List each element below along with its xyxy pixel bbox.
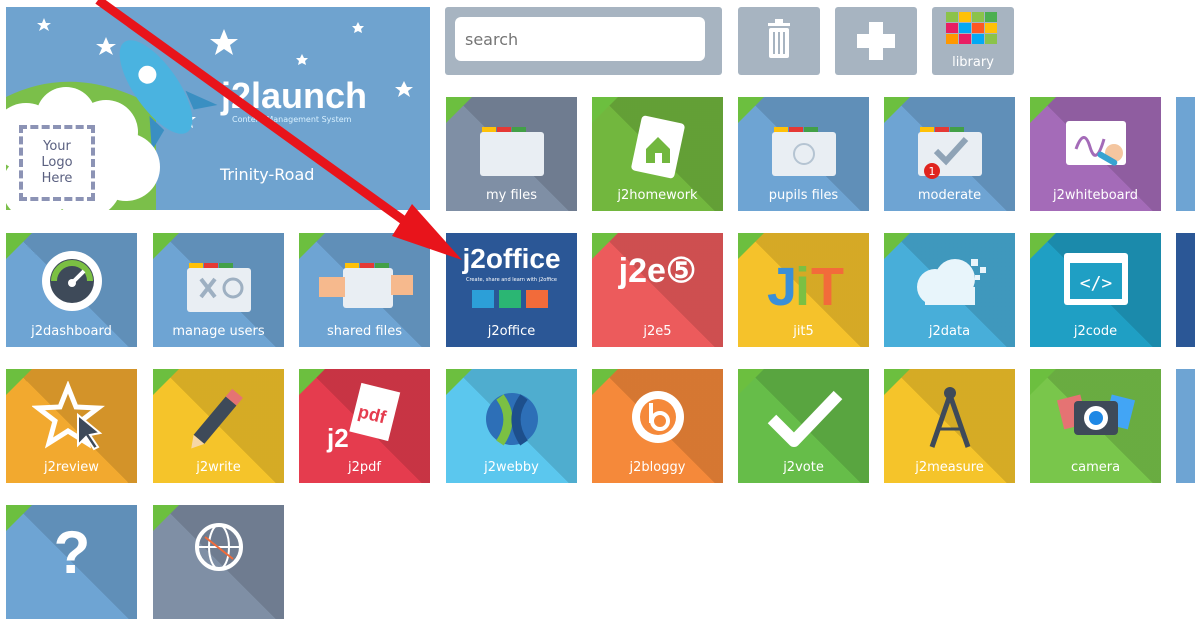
star-cursor-icon [31, 381, 105, 451]
tile-partial-row1[interactable] [1176, 97, 1195, 211]
smiley-folder-icon [771, 127, 836, 176]
tile-j2vote[interactable]: j2vote [738, 369, 869, 483]
whiteboard-icon [1065, 121, 1126, 166]
tools-folder-icon [186, 263, 251, 312]
logo-placeholder: Your Logo Here [19, 125, 95, 201]
tile-label: j2code [1073, 324, 1118, 339]
tile-partial-row3[interactable] [1176, 369, 1195, 483]
svg-text:J: J [767, 257, 797, 315]
tile-label: j2dashboard [31, 324, 112, 339]
logo-line-3: Here [41, 171, 73, 186]
camera-icon [1056, 394, 1135, 435]
handshake-folder-icon [318, 263, 413, 308]
tile-my-files[interactable]: my files [446, 97, 577, 211]
tile-j2write[interactable]: j2write [153, 369, 284, 483]
tile-moderate[interactable]: 1 moderate [884, 97, 1015, 211]
tile-j2dashboard[interactable]: j2dashboard [6, 233, 137, 347]
j2office-subtitle: Create, share and learn with j2office [466, 277, 557, 283]
brand-title: j2launch [221, 75, 368, 116]
school-banner: Your Logo Here j2launch Content Manageme… [6, 7, 430, 210]
tile-j2pdf[interactable]: pdf j2 j2pdf [299, 369, 430, 483]
svg-text:j2: j2 [326, 423, 349, 453]
tile-j2homework[interactable]: j2homework [592, 97, 723, 211]
tile-label: j2vote [783, 460, 824, 475]
code-icon: </> [1063, 253, 1128, 305]
office-apps-icon [472, 290, 548, 308]
globe-network-icon [194, 523, 243, 571]
svg-text:</>: </> [1079, 273, 1112, 294]
tile-label: my files [485, 188, 538, 203]
j2office-logo: j2office [462, 243, 561, 274]
tile-network[interactable] [153, 505, 284, 619]
logo-line-2: Logo [41, 155, 73, 170]
tile-label: j2review [44, 460, 99, 475]
house-tag-icon [630, 115, 685, 179]
tile-label: j2bloggy [629, 460, 686, 475]
tile-label: j2office [487, 324, 536, 339]
webby-logo-icon [485, 393, 538, 446]
tile-j2review[interactable]: j2review [6, 369, 137, 483]
tile-label: j2data [928, 324, 971, 339]
compass-icon [929, 387, 970, 448]
data-cloud-icon [916, 259, 986, 305]
tile-label: j2measure [915, 460, 984, 475]
trash-icon [768, 19, 790, 58]
library-button[interactable]: library [932, 7, 1014, 75]
tile-label: camera [1070, 460, 1121, 475]
search-bar-container [445, 7, 722, 75]
tile-partial-row2[interactable] [1176, 233, 1195, 347]
search-input[interactable] [455, 17, 705, 61]
tile-j2code[interactable]: </> j2code [1030, 233, 1161, 347]
folder-icon [479, 127, 544, 176]
tile-help[interactable]: ? [6, 505, 137, 619]
tile-label: shared files [327, 324, 402, 339]
tile-label: j2homework [617, 188, 698, 203]
svg-text:i: i [795, 257, 810, 315]
tile-j2webby[interactable]: j2webby [446, 369, 577, 483]
brand-tagline: Content Management System [232, 115, 352, 124]
tile-j2e5[interactable]: j2e⑤ j2e5 [592, 233, 723, 347]
tile-j2bloggy[interactable]: j2bloggy [592, 369, 723, 483]
tile-label: pupils files [768, 188, 839, 203]
add-button[interactable] [835, 7, 917, 75]
tile-jit5[interactable]: J i T jit5 [738, 233, 869, 347]
tile-camera[interactable]: camera [1030, 369, 1161, 483]
plus-icon [857, 22, 895, 60]
tile-label: manage users [172, 324, 265, 339]
school-name: Trinity-Road [220, 165, 315, 184]
tile-j2whiteboard[interactable]: j2whiteboard [1030, 97, 1161, 211]
jit-logo-icon: J i T [767, 257, 844, 315]
tile-label: j2webby [484, 460, 539, 475]
library-grid-icon [946, 12, 997, 44]
svg-text:?: ? [53, 519, 90, 586]
checkmark-icon [767, 390, 842, 447]
tile-label: j2write [196, 460, 241, 475]
pdf-icon: pdf j2 [326, 382, 400, 453]
svg-text:T: T [811, 257, 844, 315]
question-mark-icon: ? [53, 519, 90, 586]
tile-manage-users[interactable]: manage users [153, 233, 284, 347]
logo-line-1: Your [43, 139, 71, 154]
tile-pupils-files[interactable]: pupils files [738, 97, 869, 211]
tile-j2data[interactable]: j2data [884, 233, 1015, 347]
j2e5-logo: j2e⑤ [618, 252, 697, 290]
pencil-icon [190, 388, 243, 449]
gauge-icon [41, 251, 102, 311]
library-label: library [952, 55, 994, 70]
tile-shared-files[interactable]: shared files [299, 233, 430, 347]
tile-j2office[interactable]: j2office Create, share and learn with j2… [446, 233, 577, 347]
tile-label: j2pdf [348, 460, 381, 475]
tile-label: j2whiteboard [1052, 188, 1138, 203]
tile-j2measure[interactable]: j2measure [884, 369, 1015, 483]
trash-button[interactable] [738, 7, 820, 75]
tile-label: jit5 [793, 324, 814, 339]
tile-label: moderate [917, 188, 982, 203]
moderate-badge: 1 [928, 165, 935, 178]
bloggy-logo-icon [631, 391, 684, 443]
checkmark-folder-icon: 1 [917, 127, 982, 179]
tile-label: j2e5 [643, 324, 672, 339]
